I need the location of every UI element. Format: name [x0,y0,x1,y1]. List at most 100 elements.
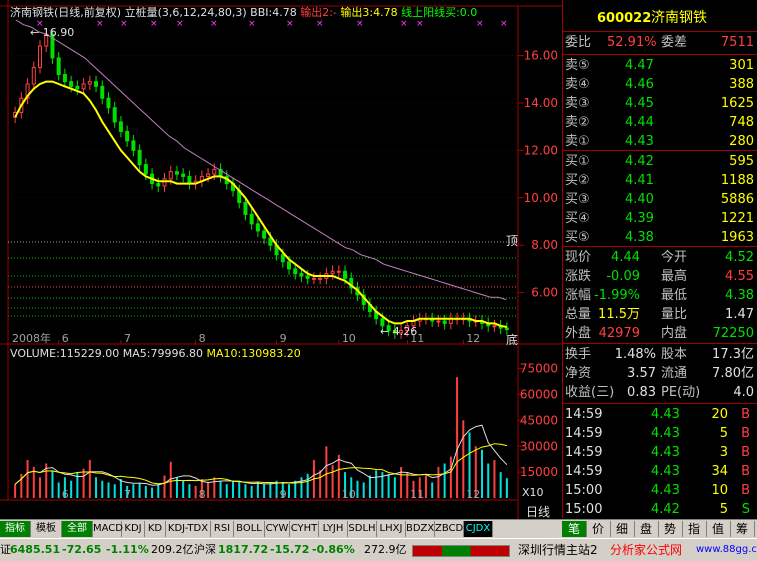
period-label: 日线 [526,505,551,519]
sell-price: 4.43 [625,134,654,149]
candle-body [75,85,80,90]
stat-label: 内盘 [661,326,688,341]
tab-lhxj[interactable]: LHXJ [377,521,406,537]
x-month-label: 10 [342,332,356,345]
candle-body [156,183,161,187]
tab-rsi[interactable]: RSI [211,521,234,537]
buy-price: 4.42 [625,154,654,169]
output3-value: 输出3:4.78 [340,6,398,19]
kline-chart[interactable]: 6.00 8.00 10.00 12.00 14.00 16.00 15000 30000 4… [0,0,562,519]
panel-tab[interactable]: 盘 [634,521,659,537]
panel-tab[interactable]: 势 [658,521,683,537]
scale-unit: X10 [522,486,544,499]
stat-label: 现价 [565,250,592,265]
tab-cyht[interactable]: CYHT [290,521,319,537]
tab-kd[interactable]: KD [145,521,166,537]
tick-volume: 10 [711,483,728,498]
candle-body [81,83,86,90]
min-price-label: ← 4.26 [380,325,418,338]
sell-price: 4.44 [625,115,654,130]
bottom-mark: 底 [506,333,519,347]
tab-boll[interactable]: BOLL [234,521,265,537]
panel-tab[interactable]: 筹 [730,521,755,537]
stock-header: 600022 济南钢铁 [563,8,757,30]
sell-volume: 1625 [720,96,754,111]
tab-kdj[interactable]: KDJ [122,521,145,537]
candle-body [100,85,105,99]
x-month-label: 7 [124,488,131,501]
panel-tab[interactable]: 价 [586,521,611,537]
candle-body [187,175,192,185]
candle-body [299,273,304,277]
tab-sdlh[interactable]: SDLH [348,521,377,537]
candle-body [69,81,74,87]
candle-body [168,171,173,180]
panel-tab[interactable]: 细 [610,521,635,537]
tab-lyjh[interactable]: LYJH [319,521,348,537]
quote-panel: 600022 济南钢铁 委比 52.91% 委差 7511 卖⑤ 4.47 301 卖… [562,0,757,518]
stat-label: 最低 [661,288,688,303]
price-tick-label: 12.00 [524,143,558,157]
stat-value: 42979 [598,326,640,341]
tick-time: 14:59 [565,426,603,441]
indicator-tabs: 指标 模板 全部 MACD KDJ KD KDJ-TDX RSI BOLL CYW CYHT LYJH… [0,519,562,538]
sh-index-value: 6485.51 [10,543,61,556]
tab-macd[interactable]: MACD [93,521,123,537]
tick-time: 14:59 [565,407,603,422]
x-month-label: 8 [199,488,206,501]
tab-kdj-tdx[interactable]: KDJ-TDX [166,521,211,537]
status-bar: 证 6485.51 -72.65 -1.11% 209.2亿 沪深 1817.7… [0,538,757,561]
buy-price: 4.40 [625,192,654,207]
panel-tabs: 笔价细盘势指值筹 [562,519,757,538]
candle-body [118,121,123,132]
top-mark: 顶 [506,234,519,248]
fin-value: 3.57 [627,366,656,381]
candle-body [280,254,285,263]
stat-label: 今开 [661,250,688,265]
stat-row: 涨跌 -0.09 最高 4.55 [563,266,757,287]
sell-label: 卖⑤ [565,58,590,73]
x-month-label: 10 [342,488,356,501]
ma5-value: MA5:79996.80 [122,347,203,360]
tab-指标[interactable]: 指标 [0,521,31,537]
buy-label: 买① [565,154,590,169]
sh-index-pct: -1.11% [106,543,149,556]
stat-label: 总量 [565,307,592,322]
tab-模板[interactable]: 模板 [31,521,62,537]
tab-全部[interactable]: 全部 [62,521,93,537]
fin-label: 股本 [661,347,688,362]
panel-tab[interactable]: 值 [706,521,731,537]
panel-tab[interactable]: 笔 [562,521,587,537]
tick-volume: 5 [719,502,728,517]
buy-line-value: 线上阳线买:0.0 [401,6,478,19]
site-url[interactable]: www.88gg.com [696,539,757,561]
x-month-label: 9 [280,332,287,345]
volume-tick-label: 15000 [520,465,558,479]
candle-body [343,270,348,279]
tab-cjdx[interactable]: CJDX [464,521,493,537]
sh-index-change: -72.65 [62,543,102,556]
tab-zbcd[interactable]: ZBCD [435,521,464,537]
stat-value: -0.09 [606,269,640,284]
candle-body [287,261,292,270]
candle-body [311,277,316,280]
x-month-label: 6 [62,488,69,501]
sell-label: 卖④ [565,77,590,92]
tick-price: 4.42 [651,502,680,517]
candle-body [31,66,36,85]
stat-row: 总量 11.5万 量比 1.47 [563,304,757,325]
stat-label: 最高 [661,269,688,284]
sell-volume: 280 [729,134,754,149]
panel-tab[interactable]: 指 [682,521,707,537]
candle-body [492,325,497,328]
signal-marker-icon: × [316,19,324,29]
tick-side: B [741,445,750,460]
tab-bdzx[interactable]: BDZX [406,521,435,537]
price-tick-label: 8.00 [531,238,558,252]
tick-row: 14:59 4.43 20 B [563,404,757,425]
tab-cyw[interactable]: CYW [265,521,290,537]
server-name[interactable]: 深圳行情主站2 [518,539,598,561]
candle-body [38,45,43,68]
tick-side: B [741,464,750,479]
buy-volume: 1963 [720,230,754,245]
